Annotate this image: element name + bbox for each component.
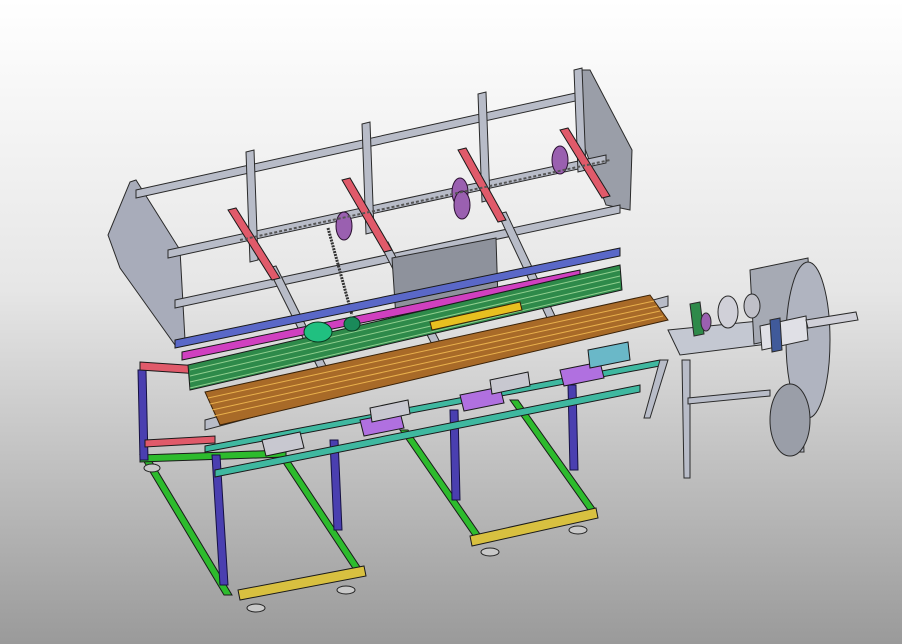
base-rail-left-back xyxy=(277,454,363,571)
foot-pad xyxy=(246,603,266,613)
stand-leg xyxy=(681,359,691,479)
blue-block xyxy=(769,317,783,353)
flywheel-lower xyxy=(769,383,811,457)
teal-box xyxy=(587,341,631,369)
rail-red xyxy=(144,435,216,448)
side-plate-left xyxy=(107,179,186,346)
stand-brace xyxy=(687,389,771,405)
clamp xyxy=(369,399,411,423)
pulley xyxy=(453,190,471,220)
motor-body xyxy=(303,321,333,343)
leveling-feet xyxy=(143,463,588,613)
purple-hub xyxy=(700,312,712,332)
base-rail-right-back xyxy=(509,399,597,511)
foot-bar-left xyxy=(237,565,367,601)
disc xyxy=(717,295,739,329)
foot-pad xyxy=(568,525,588,535)
foot-pad xyxy=(336,585,356,595)
base-rail-right-front xyxy=(399,429,485,541)
foot-pad xyxy=(480,547,500,557)
cutting-unit xyxy=(643,257,859,479)
disc xyxy=(743,293,761,319)
foot-pad xyxy=(143,463,161,473)
motor-end xyxy=(343,316,361,332)
cad-viewport[interactable] xyxy=(0,0,902,644)
machine-assembly-drawing xyxy=(107,67,859,613)
